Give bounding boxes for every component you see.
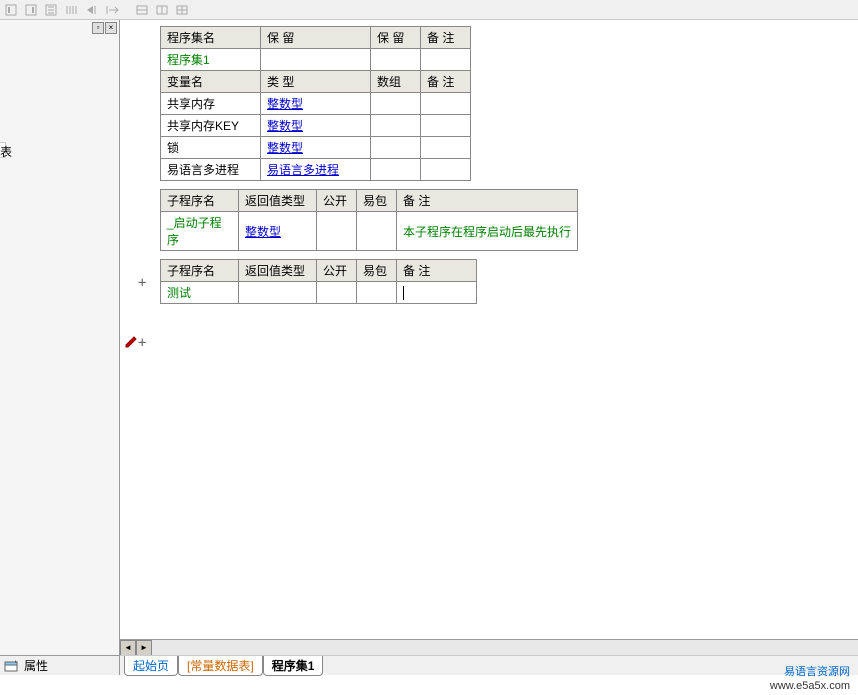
header-note: 备 注 bbox=[421, 27, 471, 49]
var-type-cell[interactable]: 整数型 bbox=[261, 115, 371, 137]
header-sub-name: 子程序名 bbox=[161, 260, 239, 282]
tab-constant-data[interactable]: [常量数据表] bbox=[178, 656, 263, 676]
var-name-cell[interactable]: 共享内存 bbox=[161, 93, 261, 115]
watermark-title: 易语言资源网 bbox=[770, 665, 850, 679]
header-public: 公开 bbox=[317, 260, 357, 282]
var-row[interactable]: 共享内存KEY 整数型 bbox=[161, 115, 471, 137]
toolbar-icon-7[interactable] bbox=[133, 2, 151, 18]
scroll-right-icon[interactable]: ► bbox=[136, 640, 152, 656]
scroll-left-icon[interactable]: ◄ bbox=[120, 640, 136, 656]
var-name-cell[interactable]: 共享内存KEY bbox=[161, 115, 261, 137]
var-type-cell[interactable]: 整数型 bbox=[261, 93, 371, 115]
assembly-table: 程序集名 保 留 保 留 备 注 程序集1 变量名 类 型 数组 备 注 bbox=[160, 26, 471, 181]
header-note: 备 注 bbox=[421, 71, 471, 93]
scroll-track[interactable] bbox=[152, 640, 858, 655]
header-keep2: 保 留 bbox=[371, 27, 421, 49]
subroutine-table-1: 子程序名 返回值类型 公开 易包 备 注 _启动子程序 整数型 本子程序在程序启… bbox=[160, 189, 578, 251]
properties-icon bbox=[4, 659, 20, 673]
toolbar-separator bbox=[123, 2, 131, 18]
header-assembly-name: 程序集名 bbox=[161, 27, 261, 49]
header-public: 公开 bbox=[317, 190, 357, 212]
panel-restore-icon[interactable]: ▫ bbox=[92, 22, 104, 34]
header-package: 易包 bbox=[357, 260, 397, 282]
cell[interactable] bbox=[421, 115, 471, 137]
var-row[interactable]: 易语言多进程 易语言多进程 bbox=[161, 159, 471, 181]
expand-marker-icon[interactable]: + bbox=[138, 335, 146, 351]
cell[interactable] bbox=[371, 137, 421, 159]
sub-name-cell[interactable]: 测试 bbox=[161, 282, 239, 304]
main-area: ▫ × 表 属性 程序集名 保 留 保 留 备 注 程序集1 bbox=[0, 20, 858, 675]
tab-start-page[interactable]: 起始页 bbox=[124, 656, 178, 676]
var-type-cell[interactable]: 整数型 bbox=[261, 137, 371, 159]
properties-label: 属性 bbox=[24, 657, 48, 674]
header-package: 易包 bbox=[357, 190, 397, 212]
toolbar-icon-5[interactable] bbox=[83, 2, 101, 18]
toolbar-icon-6[interactable] bbox=[103, 2, 121, 18]
note-cell[interactable]: 本子程序在程序启动后最先执行 bbox=[397, 212, 578, 251]
left-stub-label: 表 bbox=[0, 142, 6, 158]
cell[interactable] bbox=[357, 282, 397, 304]
top-toolbar bbox=[0, 0, 858, 20]
cell[interactable] bbox=[371, 93, 421, 115]
watermark-url: www.e5a5x.com bbox=[770, 679, 850, 693]
expand-marker-icon[interactable]: + bbox=[138, 275, 146, 291]
panel-close-icon[interactable]: × bbox=[105, 22, 117, 34]
cell[interactable] bbox=[317, 212, 357, 251]
header-sub-name: 子程序名 bbox=[161, 190, 239, 212]
var-row[interactable]: 共享内存 整数型 bbox=[161, 93, 471, 115]
cell[interactable] bbox=[421, 49, 471, 71]
cell[interactable] bbox=[357, 212, 397, 251]
header-note: 备 注 bbox=[397, 260, 477, 282]
edit-pencil-icon bbox=[124, 335, 138, 349]
properties-tab[interactable]: 属性 bbox=[0, 655, 119, 675]
assembly-row[interactable]: 程序集1 bbox=[161, 49, 471, 71]
cell[interactable] bbox=[371, 49, 421, 71]
horizontal-scrollbar[interactable]: ◄ ► bbox=[120, 639, 858, 655]
cell[interactable] bbox=[317, 282, 357, 304]
toolbar-icon-2[interactable] bbox=[23, 2, 41, 18]
toolbar-icon-8[interactable] bbox=[153, 2, 171, 18]
document-tabs: 起始页 [常量数据表] 程序集1 bbox=[120, 655, 858, 675]
header-type: 类 型 bbox=[261, 71, 371, 93]
left-panel-content: ▫ × 表 bbox=[0, 20, 119, 655]
cell[interactable] bbox=[421, 93, 471, 115]
watermark: 易语言资源网 www.e5a5x.com bbox=[770, 665, 850, 693]
code-editor[interactable]: 程序集名 保 留 保 留 备 注 程序集1 变量名 类 型 数组 备 注 bbox=[120, 20, 858, 639]
header-var-name: 变量名 bbox=[161, 71, 261, 93]
toolbar-icon-1[interactable] bbox=[3, 2, 21, 18]
note-cell-active[interactable] bbox=[397, 282, 477, 304]
cell[interactable] bbox=[261, 49, 371, 71]
panel-controls: ▫ × bbox=[91, 22, 117, 34]
header-note: 备 注 bbox=[397, 190, 578, 212]
return-type-cell[interactable]: 整数型 bbox=[239, 212, 317, 251]
header-keep1: 保 留 bbox=[261, 27, 371, 49]
toolbar-icon-3[interactable] bbox=[43, 2, 61, 18]
subroutine-table-2: 子程序名 返回值类型 公开 易包 备 注 测试 bbox=[160, 259, 477, 304]
cell[interactable] bbox=[371, 115, 421, 137]
header-array: 数组 bbox=[371, 71, 421, 93]
var-name-cell[interactable]: 易语言多进程 bbox=[161, 159, 261, 181]
cell[interactable] bbox=[371, 159, 421, 181]
header-return-type: 返回值类型 bbox=[239, 190, 317, 212]
sub-row[interactable]: _启动子程序 整数型 本子程序在程序启动后最先执行 bbox=[161, 212, 578, 251]
editor-area: 程序集名 保 留 保 留 备 注 程序集1 变量名 类 型 数组 备 注 bbox=[120, 20, 858, 675]
cell[interactable] bbox=[421, 159, 471, 181]
var-type-cell[interactable]: 易语言多进程 bbox=[261, 159, 371, 181]
sub-row[interactable]: 测试 bbox=[161, 282, 477, 304]
toolbar-icon-9[interactable] bbox=[173, 2, 191, 18]
assembly-name-cell[interactable]: 程序集1 bbox=[161, 49, 261, 71]
toolbar-icon-4[interactable] bbox=[63, 2, 81, 18]
cell[interactable] bbox=[421, 137, 471, 159]
cell[interactable] bbox=[239, 282, 317, 304]
text-cursor bbox=[403, 286, 404, 300]
sub-name-cell[interactable]: _启动子程序 bbox=[161, 212, 239, 251]
tab-assembly-1[interactable]: 程序集1 bbox=[263, 656, 324, 676]
left-panel: ▫ × 表 属性 bbox=[0, 20, 120, 675]
var-row[interactable]: 锁 整数型 bbox=[161, 137, 471, 159]
var-name-cell[interactable]: 锁 bbox=[161, 137, 261, 159]
header-return-type: 返回值类型 bbox=[239, 260, 317, 282]
